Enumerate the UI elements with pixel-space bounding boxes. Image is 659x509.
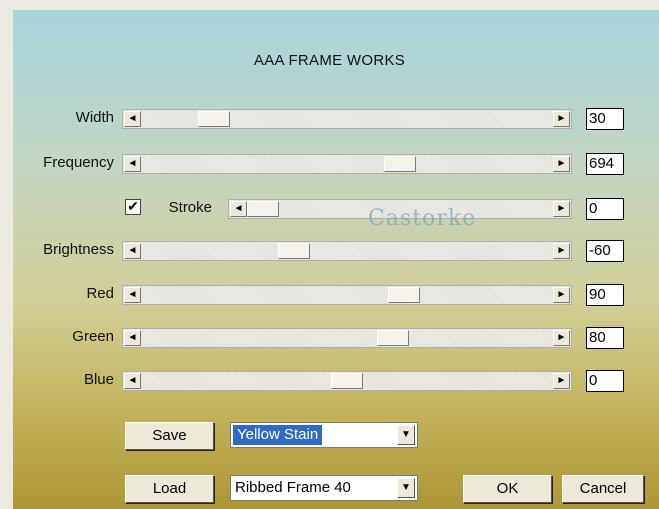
red-slider-thumb[interactable] [388, 287, 420, 303]
green-slider-thumb[interactable] [377, 330, 409, 346]
stroke-value-field[interactable]: 0 [586, 198, 624, 220]
width-slider[interactable]: ◄ ► [122, 109, 572, 129]
scroll-left-icon[interactable]: ◄ [124, 156, 141, 172]
scroll-right-icon[interactable]: ► [553, 373, 570, 389]
green-slider[interactable]: ◄ ► [122, 328, 572, 348]
scroll-left-icon[interactable]: ◄ [124, 287, 141, 303]
scroll-left-icon[interactable]: ◄ [124, 243, 141, 259]
save-button[interactable]: Save [125, 422, 214, 450]
blue-slider-thumb[interactable] [331, 373, 363, 389]
ok-button[interactable]: OK [463, 475, 552, 503]
width-value-field[interactable]: 30 [586, 108, 624, 130]
scroll-left-icon[interactable]: ◄ [124, 111, 141, 127]
brightness-slider-thumb[interactable] [278, 243, 310, 259]
brightness-label: Brightness [43, 241, 114, 258]
save-preset-value: Yellow Stain [233, 425, 323, 445]
scroll-left-icon[interactable]: ◄ [124, 330, 141, 346]
red-value-field[interactable]: 90 [586, 284, 624, 306]
stroke-label: Stroke [168, 199, 212, 216]
load-preset-value: Ribbed Frame 40 [235, 479, 351, 496]
frequency-slider[interactable]: ◄ ► [122, 154, 572, 174]
load-preset-dropdown[interactable]: Ribbed Frame 40 ▼ [230, 475, 418, 501]
watermark-text: Castorke [368, 206, 477, 231]
scroll-right-icon[interactable]: ► [553, 111, 570, 127]
blue-slider[interactable]: ◄ ► [122, 371, 572, 391]
stroke-slider-thumb[interactable] [247, 201, 279, 217]
red-slider[interactable]: ◄ ► [122, 285, 572, 305]
chevron-down-icon[interactable]: ▼ [397, 478, 415, 498]
dialog-title: AAA FRAME WORKS [253, 52, 406, 69]
frequency-label: Frequency [43, 154, 114, 171]
width-slider-thumb[interactable] [198, 111, 230, 127]
width-label: Width [75, 109, 114, 126]
scroll-left-icon[interactable]: ◄ [230, 201, 247, 217]
chevron-down-icon[interactable]: ▼ [397, 425, 415, 445]
load-button[interactable]: Load [125, 475, 214, 503]
scroll-right-icon[interactable]: ► [553, 287, 570, 303]
red-label: Red [86, 285, 114, 302]
blue-value-field[interactable]: 0 [586, 370, 624, 392]
scroll-right-icon[interactable]: ► [553, 201, 570, 217]
green-label: Green [72, 328, 114, 345]
green-value-field[interactable]: 80 [586, 327, 624, 349]
scroll-left-icon[interactable]: ◄ [124, 373, 141, 389]
blue-label: Blue [83, 371, 114, 388]
scroll-right-icon[interactable]: ► [553, 243, 570, 259]
save-preset-dropdown[interactable]: Yellow Stain ▼ [230, 422, 418, 448]
frequency-slider-thumb[interactable] [384, 156, 416, 172]
brightness-slider[interactable]: ◄ ► [122, 241, 572, 261]
frequency-value-field[interactable]: 694 [586, 153, 624, 175]
scroll-right-icon[interactable]: ► [553, 330, 570, 346]
cancel-button[interactable]: Cancel [562, 475, 644, 503]
scroll-right-icon[interactable]: ► [553, 156, 570, 172]
brightness-value-field[interactable]: -60 [586, 240, 624, 262]
